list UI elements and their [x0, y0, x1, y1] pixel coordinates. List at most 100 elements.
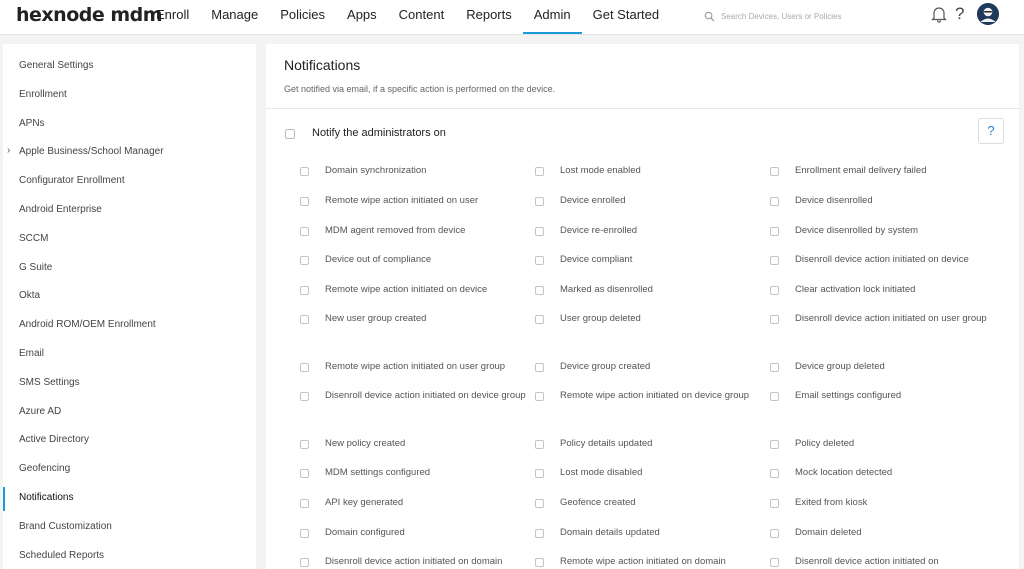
option-label: Device disenrolled: [795, 195, 873, 206]
sidebar-item-configurator-enrollment[interactable]: Configurator Enrollment: [19, 175, 125, 186]
option-label: User group deleted: [560, 313, 641, 324]
option-label: Device disenrolled by system: [795, 225, 919, 236]
nav-item-content[interactable]: Content: [388, 0, 456, 35]
option-label: MDM settings configured: [325, 467, 431, 478]
option-checkbox[interactable]: [300, 167, 309, 176]
sidebar-item-brand-customization[interactable]: Brand Customization: [19, 521, 112, 532]
divider: [266, 108, 1019, 109]
sidebar-item-email[interactable]: Email: [19, 348, 44, 359]
nav-item-admin[interactable]: Admin: [522, 0, 582, 35]
sidebar-item-enrollment[interactable]: Enrollment: [19, 89, 67, 100]
nav-item-get-started[interactable]: Get Started: [582, 0, 670, 35]
option-checkbox[interactable]: [300, 499, 309, 508]
sidebar-item-g-suite[interactable]: G Suite: [19, 262, 52, 273]
sidebar-item-apple-business-school-manager[interactable]: Apple Business/School Manager: [19, 146, 164, 157]
notify-all-label: Notify the administrators on: [312, 127, 446, 139]
help-icon[interactable]: ?: [955, 4, 964, 24]
option-label: Marked as disenrolled: [560, 284, 653, 295]
option-checkbox[interactable]: [300, 256, 309, 265]
option-label: Remote wipe action initiated on user gro…: [325, 361, 506, 372]
option-label: Domain deleted: [795, 527, 862, 538]
option-label: Remote wipe action initiated on device g…: [560, 390, 750, 401]
option-checkbox[interactable]: [770, 227, 779, 236]
bell-icon[interactable]: [931, 5, 947, 23]
option-checkbox[interactable]: [770, 256, 779, 265]
avatar-icon[interactable]: [977, 3, 999, 25]
nav-item-enroll[interactable]: Enroll: [145, 0, 200, 35]
sidebar-item-notifications[interactable]: Notifications: [19, 492, 73, 503]
nav-item-apps[interactable]: Apps: [336, 0, 388, 35]
option-label: Remote wipe action initiated on domain: [560, 556, 726, 567]
notify-all-checkbox[interactable]: [285, 129, 295, 139]
brand-logo[interactable]: hexnode mdm: [16, 4, 163, 26]
option-checkbox[interactable]: [300, 558, 309, 567]
option-checkbox[interactable]: [535, 315, 544, 324]
nav-item-policies[interactable]: Policies: [269, 0, 336, 35]
page-subtitle: Get notified via email, if a specific ac…: [284, 84, 556, 94]
option-checkbox[interactable]: [535, 440, 544, 449]
option-checkbox[interactable]: [535, 286, 544, 295]
option-checkbox[interactable]: [300, 227, 309, 236]
option-checkbox[interactable]: [300, 469, 309, 478]
option-label: Policy deleted: [795, 438, 855, 449]
option-checkbox[interactable]: [535, 392, 544, 401]
option-checkbox[interactable]: [535, 558, 544, 567]
option-checkbox[interactable]: [770, 286, 779, 295]
option-label: MDM agent removed from device: [325, 225, 466, 236]
main-nav: Enroll Manage Policies Apps Content Reports Ad…: [145, 0, 670, 35]
chevron-right-icon[interactable]: ›: [7, 145, 10, 156]
option-checkbox[interactable]: [300, 363, 309, 372]
option-checkbox[interactable]: [535, 256, 544, 265]
option-label: Device re-enrolled: [560, 225, 638, 236]
nav-item-reports[interactable]: Reports: [455, 0, 523, 35]
option-label: Device group created: [560, 361, 651, 372]
global-search[interactable]: [704, 8, 904, 24]
option-checkbox[interactable]: [770, 197, 779, 206]
sidebar-item-okta[interactable]: Okta: [19, 290, 40, 301]
sidebar-item-active-directory[interactable]: Active Directory: [19, 434, 89, 445]
option-checkbox[interactable]: [770, 315, 779, 324]
sidebar-item-general-settings[interactable]: General Settings: [19, 60, 94, 71]
option-checkbox[interactable]: [770, 529, 779, 538]
option-label: Device enrolled: [560, 195, 626, 206]
option-checkbox[interactable]: [535, 167, 544, 176]
option-checkbox[interactable]: [770, 363, 779, 372]
sidebar-item-android-rom-oem-enrollment[interactable]: Android ROM/OEM Enrollment: [19, 319, 156, 330]
nav-item-manage[interactable]: Manage: [200, 0, 269, 35]
option-label: Remote wipe action initiated on device: [325, 284, 488, 295]
option-checkbox[interactable]: [535, 227, 544, 236]
option-checkbox[interactable]: [300, 197, 309, 206]
help-button[interactable]: ?: [978, 118, 1004, 144]
option-checkbox[interactable]: [770, 558, 779, 567]
sidebar-item-android-enterprise[interactable]: Android Enterprise: [19, 204, 102, 215]
option-label: Device compliant: [560, 254, 633, 265]
option-label: Enrollment email delivery failed: [795, 165, 927, 176]
option-checkbox[interactable]: [770, 440, 779, 449]
sidebar-item-scheduled-reports[interactable]: Scheduled Reports: [19, 550, 104, 561]
option-checkbox[interactable]: [535, 363, 544, 372]
option-checkbox[interactable]: [300, 315, 309, 324]
option-checkbox[interactable]: [770, 469, 779, 478]
option-label: New user group created: [325, 313, 427, 324]
option-checkbox[interactable]: [770, 167, 779, 176]
sidebar-item-sccm[interactable]: SCCM: [19, 233, 48, 244]
sidebar-item-azure-ad[interactable]: Azure AD: [19, 406, 61, 417]
sidebar-item-sms-settings[interactable]: SMS Settings: [19, 377, 80, 388]
option-checkbox[interactable]: [300, 392, 309, 401]
option-checkbox[interactable]: [535, 197, 544, 206]
option-checkbox[interactable]: [770, 392, 779, 401]
option-checkbox[interactable]: [535, 469, 544, 478]
option-label: Device group deleted: [795, 361, 885, 372]
option-label: Lost mode disabled: [560, 467, 643, 478]
option-checkbox[interactable]: [300, 529, 309, 538]
option-checkbox[interactable]: [770, 499, 779, 508]
option-checkbox[interactable]: [535, 529, 544, 538]
sidebar-item-geofencing[interactable]: Geofencing: [19, 463, 70, 474]
option-checkbox[interactable]: [300, 440, 309, 449]
search-input[interactable]: [721, 11, 901, 21]
page-title: Notifications: [284, 57, 361, 73]
option-checkbox[interactable]: [300, 286, 309, 295]
option-label: API key generated: [325, 497, 404, 508]
sidebar-item-apns[interactable]: APNs: [19, 118, 45, 129]
option-checkbox[interactable]: [535, 499, 544, 508]
